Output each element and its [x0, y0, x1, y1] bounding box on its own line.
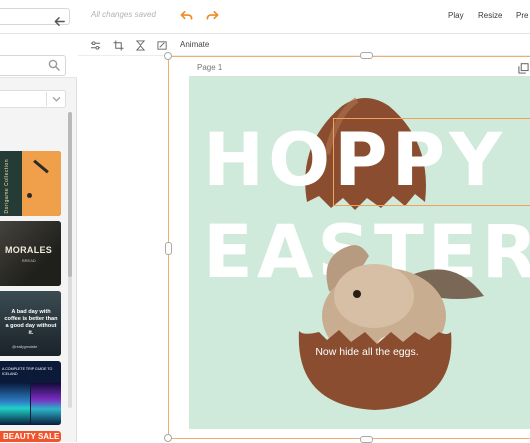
template-card-title: Dorigame Collection — [4, 159, 10, 214]
page-selection-frame — [168, 56, 530, 439]
template-card[interactable]: Dorigame Collection — [0, 151, 61, 216]
save-status: All changes saved — [91, 10, 156, 19]
resize-handle-top[interactable] — [360, 52, 373, 59]
top-bar: All changes saved Play Resize Pre — [0, 0, 530, 34]
undo-icon[interactable] — [180, 9, 193, 22]
play-button[interactable]: Play — [448, 11, 464, 20]
template-card-subtitle: @reallygreatsite — [12, 345, 38, 349]
template-card-title: A COMPLETE TRIP GUIDE TO ICELAND — [2, 367, 53, 376]
animate-icon[interactable] — [157, 40, 168, 51]
present-button[interactable]: Pre — [516, 11, 528, 20]
back-arrow-icon[interactable] — [53, 15, 66, 28]
adjust-icon[interactable] — [90, 40, 101, 51]
filter-divider — [46, 92, 47, 106]
template-card[interactable]: MORALES BREAD — [0, 221, 61, 286]
resize-handle-left[interactable] — [165, 242, 172, 255]
flip-icon[interactable] — [135, 40, 146, 51]
template-card-title: MORALES — [5, 245, 53, 255]
template-card-subtitle: BREAD — [22, 258, 36, 263]
resize-handle-top-left[interactable] — [164, 52, 172, 60]
chevron-down-icon[interactable] — [52, 95, 61, 103]
template-card-title: BEAUTY SALE — [3, 432, 60, 441]
search-icon[interactable] — [48, 59, 60, 71]
resize-handle-bottom-left[interactable] — [164, 434, 172, 442]
crop-icon[interactable] — [113, 40, 124, 51]
template-card[interactable]: BEAUTY SALE — [0, 431, 61, 442]
aurora-photo — [0, 383, 30, 425]
template-card[interactable]: A COMPLETE TRIP GUIDE TO ICELAND — [0, 361, 61, 425]
template-card[interactable]: A bad day with coffee is better than a g… — [0, 291, 61, 356]
dot-illustration — [27, 193, 32, 198]
redo-icon[interactable] — [206, 9, 219, 22]
resize-button[interactable]: Resize — [478, 11, 502, 20]
aurora-photo — [31, 383, 61, 425]
animate-button[interactable]: Animate — [180, 40, 209, 49]
template-card-title: A bad day with coffee is better than a g… — [4, 309, 58, 336]
sidebar-scroll-thumb[interactable] — [68, 112, 72, 277]
template-card-art — [22, 151, 61, 216]
